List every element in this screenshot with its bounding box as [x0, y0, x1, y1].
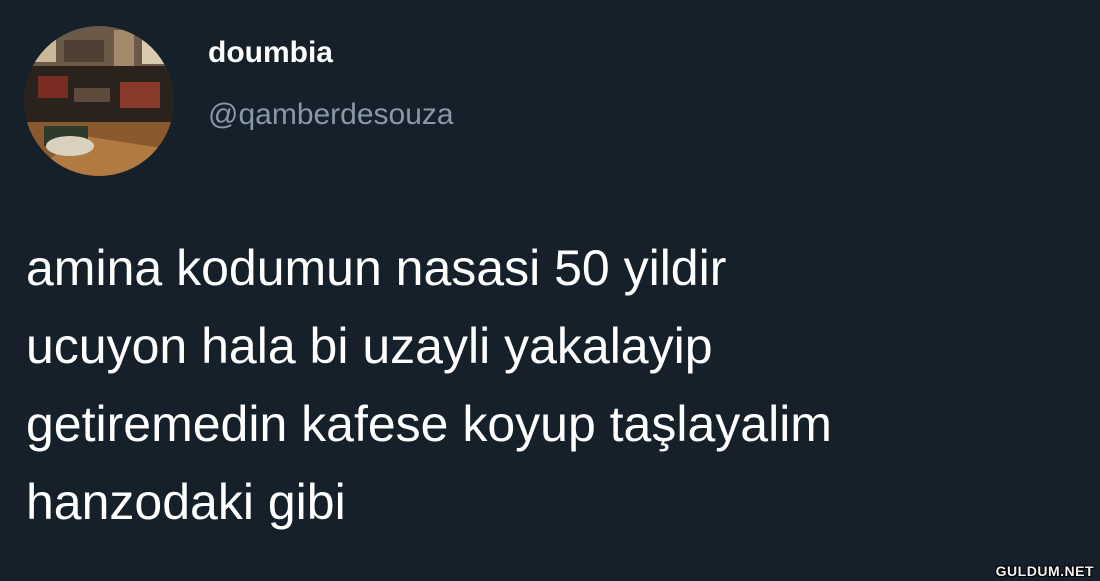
- tweet-header: doumbia @qamberdesouza: [24, 26, 454, 176]
- display-name[interactable]: doumbia: [208, 35, 454, 71]
- avatar-photo-icon: [24, 26, 174, 176]
- tweet-text: amina kodumun nasasi 50 yildir ucuyon ha…: [26, 240, 832, 530]
- user-handle[interactable]: @qamberdesouza: [208, 97, 454, 133]
- tweet-card: doumbia @qamberdesouza amina kodumun nas…: [0, 0, 1100, 581]
- avatar[interactable]: [24, 26, 174, 176]
- site-watermark: GULDUM.NET: [995, 563, 1094, 579]
- user-info: doumbia @qamberdesouza: [208, 36, 454, 133]
